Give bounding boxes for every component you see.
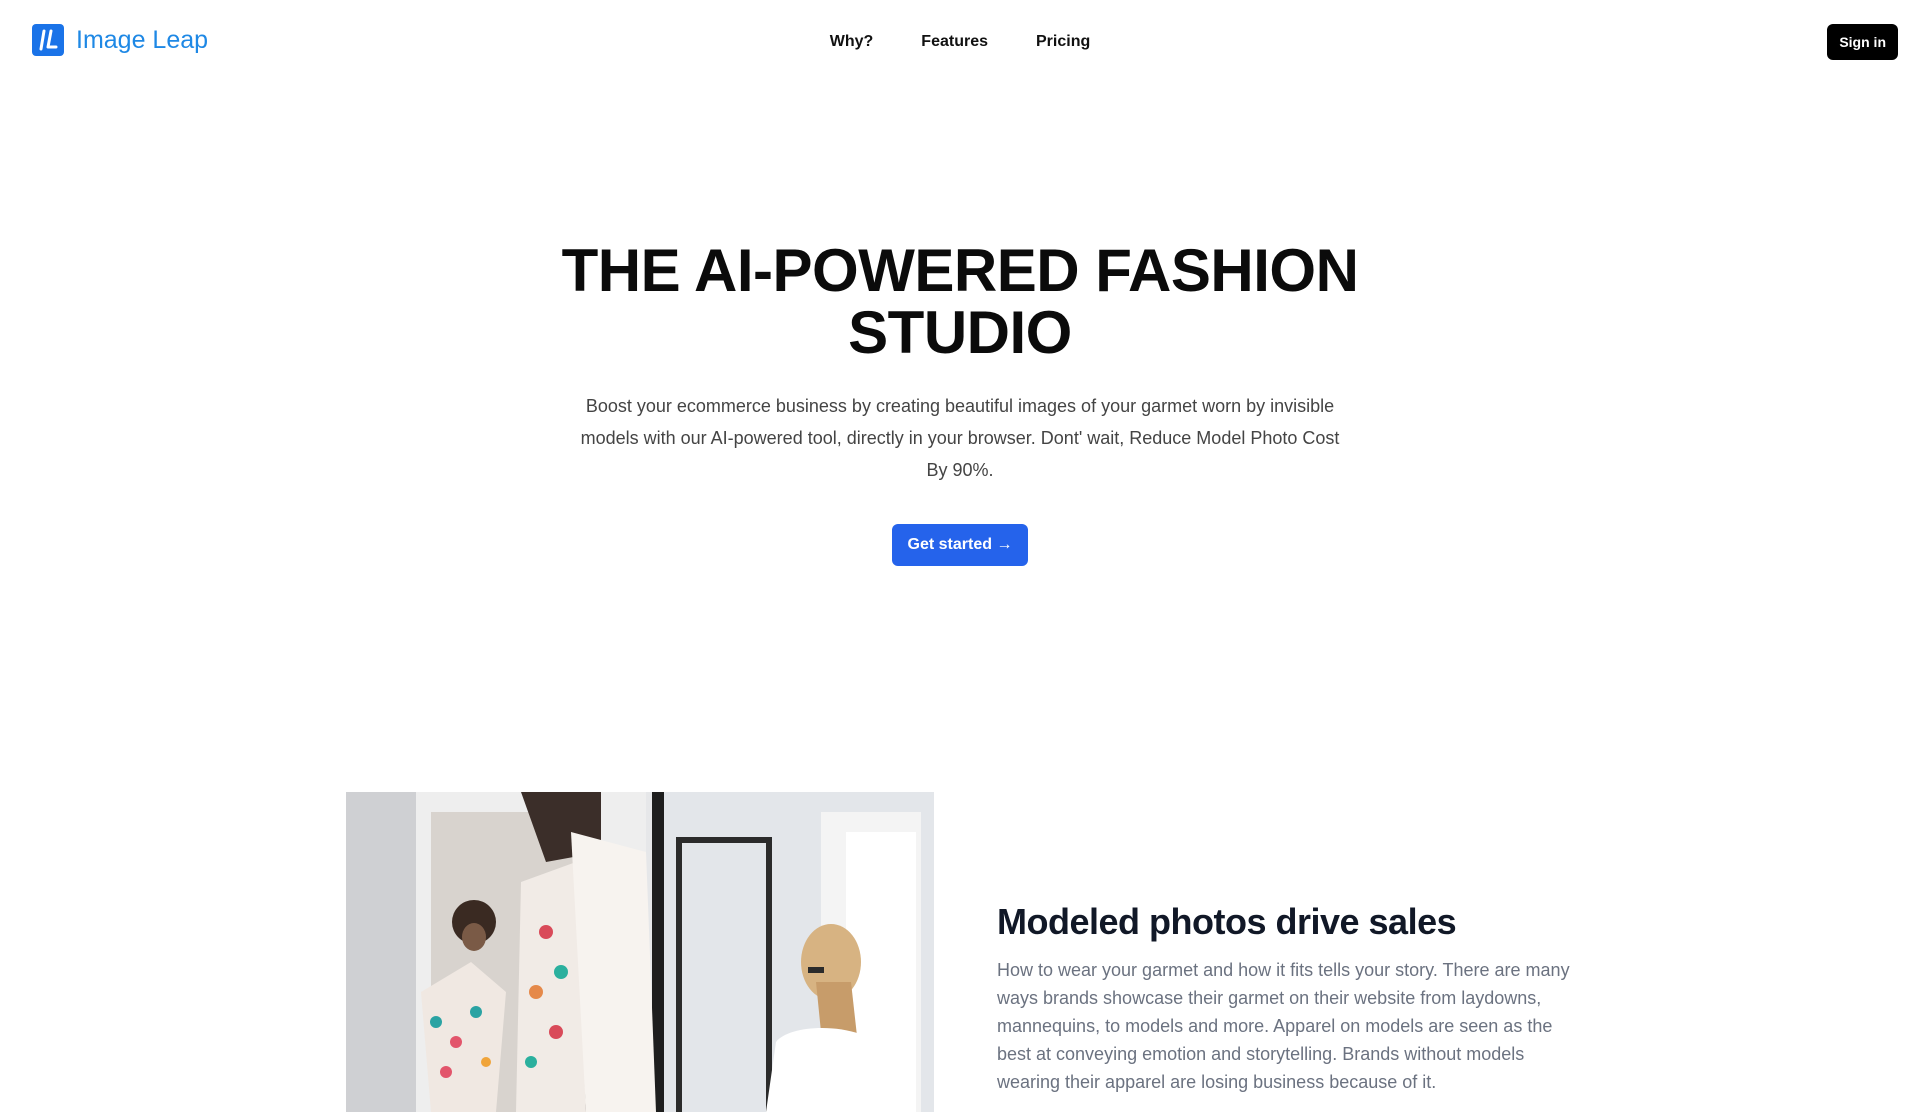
fashion-models-mirror-photo: [346, 792, 934, 1112]
image-leap-logo-icon: [32, 24, 64, 56]
main-nav: Why? Features Pricing: [0, 30, 1920, 54]
nav-link-pricing[interactable]: Pricing: [1036, 30, 1090, 54]
sign-in-button[interactable]: Sign in: [1827, 24, 1898, 60]
nav-link-features[interactable]: Features: [921, 30, 988, 54]
nav-link-why[interactable]: Why?: [830, 30, 874, 54]
hero-subtitle: Boost your ecommerce business by creatin…: [580, 396, 1340, 480]
hero-section: THE AI-POWERED FASHION STUDIO Boost your…: [0, 240, 1920, 566]
feature-description: How to wear your garmet and how it fits …: [997, 960, 1570, 1092]
brand-name: Image Leap: [76, 26, 209, 54]
hero-title: THE AI-POWERED FASHION STUDIO: [561, 237, 1359, 366]
brand-home-link[interactable]: Image Leap: [32, 24, 208, 56]
feature-title: Modeled photos drive sales: [997, 901, 1457, 942]
top-navigation-bar: Image Leap Why? Features Pricing Sign in: [0, 0, 1920, 84]
get-started-button[interactable]: Get started →: [891, 524, 1029, 566]
feature-section: Modeled photos drive sales How to wear y…: [997, 898, 1597, 1096]
